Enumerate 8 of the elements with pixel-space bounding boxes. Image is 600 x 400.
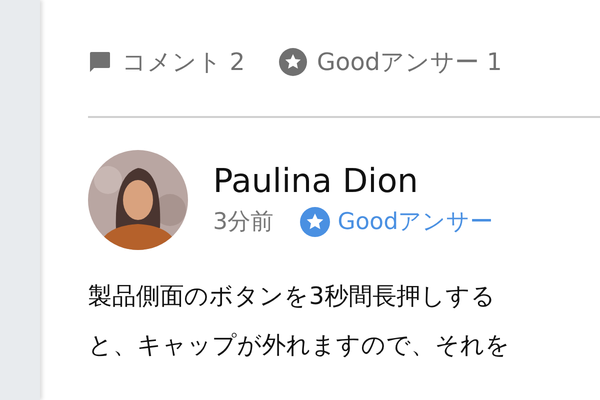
comment-icon: [88, 50, 112, 74]
post-time: 3分前: [213, 208, 274, 237]
good-answer-count[interactable]: Goodアンサー 1: [316, 44, 502, 80]
author-name[interactable]: Paulina Dion: [213, 160, 494, 201]
answer-text-line: 製品側面のボタンを3秒間長押しする: [88, 281, 496, 312]
comment-count[interactable]: コメント 2: [122, 44, 245, 80]
good-answer-label: Goodアンサー: [338, 208, 494, 237]
answer-text-line: と、キャップが外れますので、それを: [88, 330, 510, 361]
